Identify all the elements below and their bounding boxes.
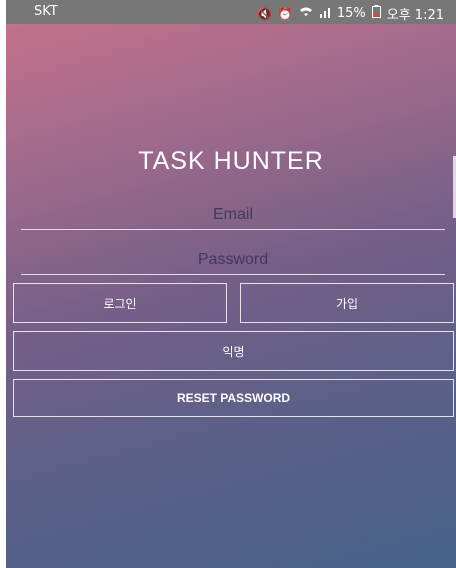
app-title: TASK HUNTER <box>138 147 324 175</box>
battery-icon <box>371 5 381 22</box>
status-icons: 🔇 ⏰ 15% 오후 1:21 <box>257 4 444 23</box>
signal-icon <box>319 6 331 22</box>
wifi-icon <box>299 6 313 22</box>
email-field[interactable] <box>21 201 445 230</box>
mute-icon: 🔇 <box>256 6 272 21</box>
clock: 오후 1:21 <box>386 8 444 23</box>
signup-button[interactable]: 가입 <box>240 283 454 323</box>
login-button[interactable]: 로그인 <box>13 283 227 323</box>
email-field-wrapper <box>21 201 445 233</box>
alarm-icon: ⏰ <box>277 6 293 21</box>
password-field[interactable] <box>21 246 445 275</box>
status-bar: SKT 🔇 ⏰ 15% 오후 1:21 <box>6 0 456 24</box>
password-field-wrapper <box>21 246 445 278</box>
app-screen: SKT 🔇 ⏰ 15% 오후 1:21 TASK HUNTER 로그인 가입 익… <box>6 0 456 568</box>
battery-percent: 15% <box>336 6 366 21</box>
carrier-label: SKT <box>34 4 58 19</box>
anonymous-login-button[interactable]: 익명 <box>13 331 454 371</box>
reset-password-button[interactable]: RESET PASSWORD <box>13 379 454 417</box>
